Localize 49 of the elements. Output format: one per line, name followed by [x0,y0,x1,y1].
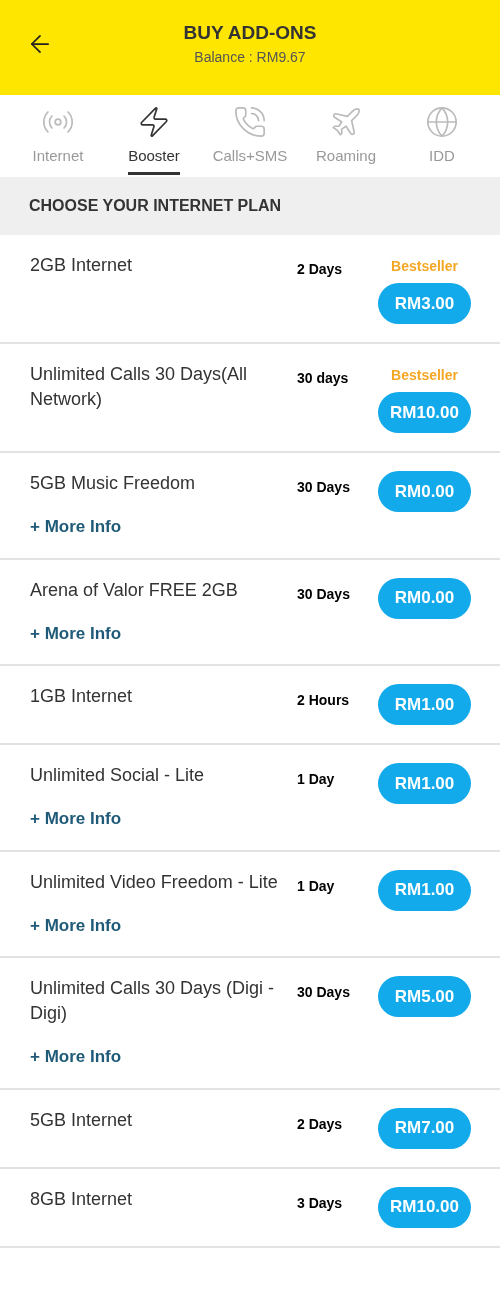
price-button[interactable]: RM1.00 [378,763,471,804]
plan-name: 8GB Internet [30,1187,134,1211]
plan-name: Unlimited Calls 30 Days(All Network) [30,363,249,411]
plan-name: 5GB Internet [30,1108,134,1132]
plan-duration: 3 Days [297,1194,343,1211]
price-button[interactable]: RM1.00 [378,869,471,911]
plan-name: Unlimited Social - Lite [30,764,206,787]
globe-icon [425,105,459,139]
balance-text: Balance : RM9.67 [194,48,306,67]
plan-name: Unlimited Calls 30 Days (Digi - Digi) [30,977,276,1025]
more-info-link[interactable]: + More Info [30,620,288,646]
plan-duration: 30 Days [297,984,350,1000]
airplane-icon [329,105,363,139]
lightning-icon [137,105,171,139]
price-button[interactable]: RM5.00 [378,976,471,1017]
more-info-link[interactable]: + More Info [30,912,288,938]
price-button[interactable]: RM0.00 [378,471,471,512]
category-tab[interactable]: Roaming [298,95,394,177]
more-info-link[interactable]: + More Info [30,514,288,540]
more-info-link[interactable]: + More Info [30,1044,288,1070]
plan-name: Arena of Valor FREE 2GB [30,578,239,602]
plan-name: Unlimited Video Freedom - Lite [30,870,279,894]
price-button[interactable]: RM10.00 [378,392,471,433]
plan-duration: 2 Hours [297,692,350,708]
more-info-link[interactable]: + More Info [30,806,288,832]
bestseller-label: Bestseller [390,257,459,276]
price-button[interactable]: RM0.00 [378,577,471,619]
category-tab[interactable]: Calls+SMS [202,95,298,177]
page-title: BUY ADD-ONS [183,22,317,44]
plan-duration: 2 Days [297,1115,343,1132]
category-tab[interactable]: IDD [394,95,490,177]
plan-duration: 1 Day [297,877,335,894]
phone-icon [233,105,267,139]
price-button[interactable]: RM3.00 [378,283,471,324]
category-tab[interactable]: Booster [106,95,202,177]
bestseller-label: Bestseller [390,366,459,385]
price-button[interactable]: RM10.00 [378,1186,471,1228]
price-button[interactable]: RM1.00 [378,684,471,725]
price-button[interactable]: RM7.00 [378,1107,471,1149]
plan-duration: 30 Days [297,479,350,495]
plan-name: 1GB Internet [30,685,134,708]
plan-duration: 30 Days [297,585,350,602]
plan-name: 5GB Music Freedom [30,472,197,495]
plan-name: 2GB Internet [30,254,134,277]
category-tab[interactable]: Internet [10,95,106,177]
plan-duration: 2 Days [297,261,343,277]
section-title: CHOOSE YOUR INTERNET PLAN [29,196,282,216]
plan-duration: 1 Day [297,771,335,787]
plan-duration: 30 days [297,370,349,386]
